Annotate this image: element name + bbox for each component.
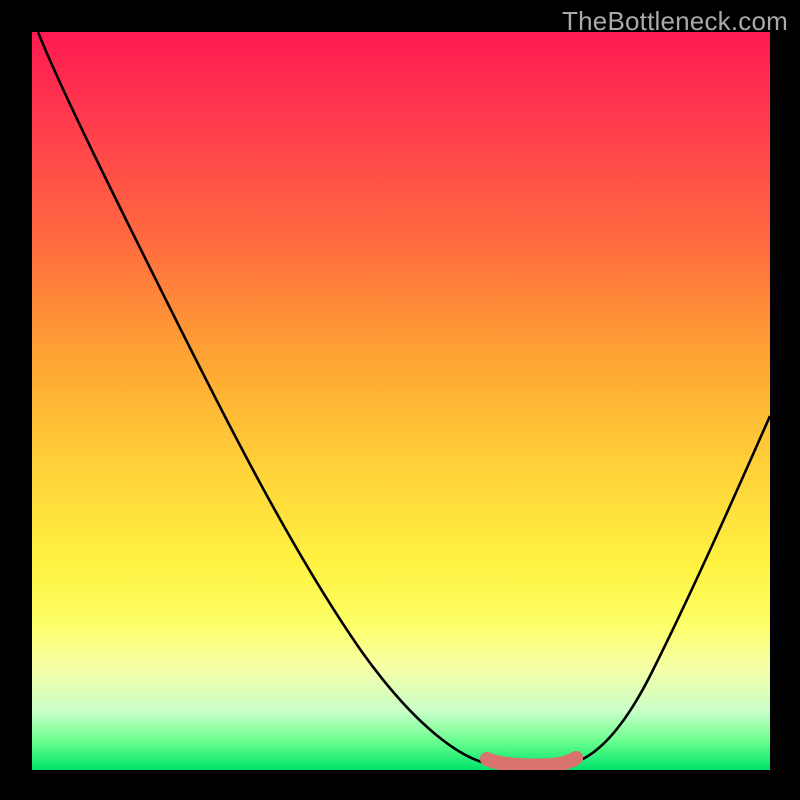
highlight-band-line	[487, 758, 576, 765]
curve-svg	[32, 32, 770, 770]
highlight-end-dot	[569, 751, 583, 765]
chart-frame: TheBottleneck.com	[0, 0, 800, 800]
bottleneck-curve-line	[38, 32, 770, 765]
plot-area	[32, 32, 770, 770]
